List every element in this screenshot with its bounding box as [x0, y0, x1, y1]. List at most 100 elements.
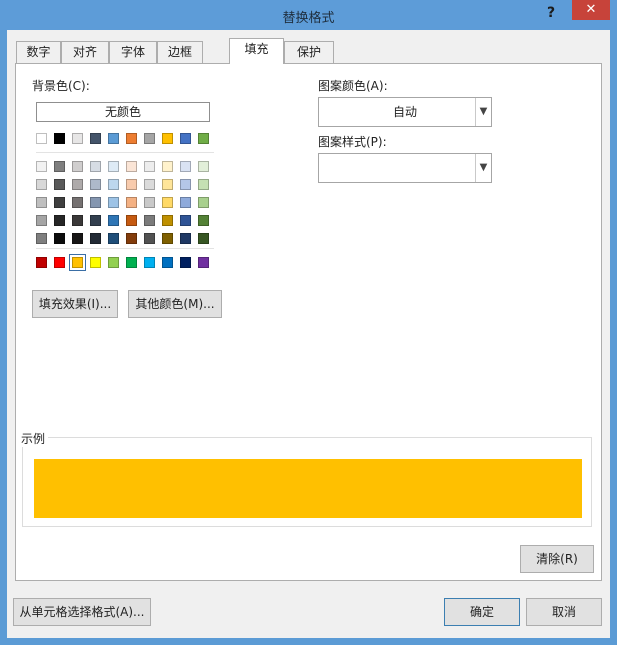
- theme-shade-swatch[interactable]: [72, 197, 83, 208]
- theme-shade-swatch[interactable]: [180, 161, 191, 172]
- theme-color-swatch[interactable]: [36, 133, 47, 144]
- theme-shade-swatch[interactable]: [36, 233, 47, 244]
- theme-shade-swatch[interactable]: [54, 197, 65, 208]
- theme-shade-swatch[interactable]: [72, 179, 83, 190]
- close-button[interactable]: ✕: [572, 0, 610, 20]
- theme-shade-swatch[interactable]: [72, 233, 83, 244]
- theme-shade-swatch[interactable]: [90, 161, 101, 172]
- theme-shade-swatch[interactable]: [198, 161, 209, 172]
- theme-color-swatch[interactable]: [162, 133, 173, 144]
- theme-shade-swatch[interactable]: [180, 233, 191, 244]
- pick-format-from-cell-button[interactable]: 从单元格选择格式(A)...: [13, 598, 151, 626]
- theme-shade-swatch[interactable]: [144, 179, 155, 190]
- theme-shade-swatch[interactable]: [198, 233, 209, 244]
- theme-shade-swatch[interactable]: [108, 215, 119, 226]
- theme-shade-swatch[interactable]: [108, 161, 119, 172]
- theme-color-swatch[interactable]: [180, 133, 191, 144]
- theme-color-swatch[interactable]: [144, 133, 155, 144]
- fill-effects-button[interactable]: 填充效果(I)...: [32, 290, 118, 318]
- cancel-button[interactable]: 取消: [526, 598, 602, 626]
- theme-shade-swatch[interactable]: [144, 161, 155, 172]
- chevron-down-icon: ▼: [475, 98, 491, 126]
- theme-shade-swatch[interactable]: [72, 215, 83, 226]
- theme-shade-swatch[interactable]: [54, 179, 65, 190]
- theme-shade-swatch[interactable]: [126, 233, 137, 244]
- tab-number[interactable]: 数字: [16, 41, 61, 63]
- theme-shade-swatch[interactable]: [108, 197, 119, 208]
- theme-shade-swatch[interactable]: [54, 215, 65, 226]
- pattern-color-value: 自动: [392, 105, 417, 119]
- theme-color-swatch[interactable]: [72, 133, 83, 144]
- theme-shade-swatch[interactable]: [126, 161, 137, 172]
- theme-shade-swatch[interactable]: [198, 179, 209, 190]
- palette-divider: [36, 248, 214, 249]
- theme-shade-swatch[interactable]: [36, 179, 47, 190]
- theme-shade-swatch[interactable]: [36, 197, 47, 208]
- help-button[interactable]: ?: [539, 2, 563, 26]
- sample-label: 示例: [18, 430, 49, 447]
- theme-shade-swatch[interactable]: [180, 197, 191, 208]
- theme-shade-swatch[interactable]: [162, 197, 173, 208]
- theme-shade-swatch[interactable]: [126, 197, 137, 208]
- standard-color-swatch[interactable]: [126, 257, 137, 268]
- theme-shade-swatch[interactable]: [162, 215, 173, 226]
- standard-color-swatch[interactable]: [69, 254, 86, 271]
- ok-button[interactable]: 确定: [444, 598, 520, 626]
- pattern-style-dropdown[interactable]: ▼: [318, 153, 492, 183]
- chevron-down-icon: ▼: [475, 154, 491, 182]
- tab-alignment[interactable]: 对齐: [61, 41, 109, 63]
- tab-border[interactable]: 边框: [157, 41, 203, 63]
- theme-shade-swatch[interactable]: [180, 179, 191, 190]
- sample-preview: [34, 459, 582, 518]
- pattern-color-label: 图案颜色(A):: [318, 79, 388, 93]
- theme-shade-swatch[interactable]: [198, 215, 209, 226]
- theme-shade-swatch[interactable]: [108, 233, 119, 244]
- theme-color-swatch[interactable]: [54, 133, 65, 144]
- pattern-color-dropdown[interactable]: 自动 ▼: [318, 97, 492, 127]
- theme-shade-swatch[interactable]: [162, 233, 173, 244]
- theme-color-swatch[interactable]: [126, 133, 137, 144]
- tab-font[interactable]: 字体: [109, 41, 157, 63]
- fill-panel: 背景色(C): 无颜色 填充效果(I)... 其他颜色(M)... 图案颜色(A…: [15, 63, 602, 581]
- theme-shade-swatch[interactable]: [162, 179, 173, 190]
- background-color-label: 背景色(C):: [32, 79, 90, 93]
- theme-color-swatch[interactable]: [108, 133, 119, 144]
- standard-color-swatch[interactable]: [180, 257, 191, 268]
- pattern-style-label: 图案样式(P):: [318, 135, 387, 149]
- theme-shade-swatch[interactable]: [126, 215, 137, 226]
- theme-shade-swatch[interactable]: [72, 161, 83, 172]
- theme-shade-swatch[interactable]: [54, 161, 65, 172]
- tab-protection[interactable]: 保护: [284, 41, 334, 63]
- theme-shade-swatch[interactable]: [36, 161, 47, 172]
- more-colors-button[interactable]: 其他颜色(M)...: [128, 290, 222, 318]
- theme-shade-swatch[interactable]: [90, 179, 101, 190]
- title-bar: 替换格式 ? ✕: [0, 0, 617, 30]
- dialog-client: 数字 对齐 字体 边框 填充 保护 背景色(C): 无颜色 填充效果(I)...…: [7, 30, 610, 638]
- theme-shade-swatch[interactable]: [126, 179, 137, 190]
- theme-color-swatch[interactable]: [90, 133, 101, 144]
- theme-shade-swatch[interactable]: [144, 197, 155, 208]
- standard-color-swatch[interactable]: [162, 257, 173, 268]
- theme-shade-swatch[interactable]: [108, 179, 119, 190]
- theme-shade-swatch[interactable]: [54, 233, 65, 244]
- standard-color-swatch[interactable]: [90, 257, 101, 268]
- theme-shade-swatch[interactable]: [198, 197, 209, 208]
- theme-shade-swatch[interactable]: [90, 197, 101, 208]
- standard-color-swatch[interactable]: [54, 257, 65, 268]
- dialog-window: 替换格式 ? ✕ 数字 对齐 字体 边框 填充 保护 背景色(C): 无颜色 填…: [0, 0, 617, 645]
- theme-shade-swatch[interactable]: [90, 233, 101, 244]
- no-color-button[interactable]: 无颜色: [36, 102, 210, 122]
- standard-color-swatch[interactable]: [108, 257, 119, 268]
- standard-color-swatch[interactable]: [198, 257, 209, 268]
- tab-fill[interactable]: 填充: [229, 38, 284, 64]
- theme-shade-swatch[interactable]: [144, 233, 155, 244]
- standard-color-swatch[interactable]: [36, 257, 47, 268]
- theme-shade-swatch[interactable]: [90, 215, 101, 226]
- standard-color-swatch[interactable]: [144, 257, 155, 268]
- theme-shade-swatch[interactable]: [162, 161, 173, 172]
- theme-shade-swatch[interactable]: [180, 215, 191, 226]
- theme-color-swatch[interactable]: [198, 133, 209, 144]
- clear-button[interactable]: 清除(R): [520, 545, 594, 573]
- theme-shade-swatch[interactable]: [144, 215, 155, 226]
- theme-shade-swatch[interactable]: [36, 215, 47, 226]
